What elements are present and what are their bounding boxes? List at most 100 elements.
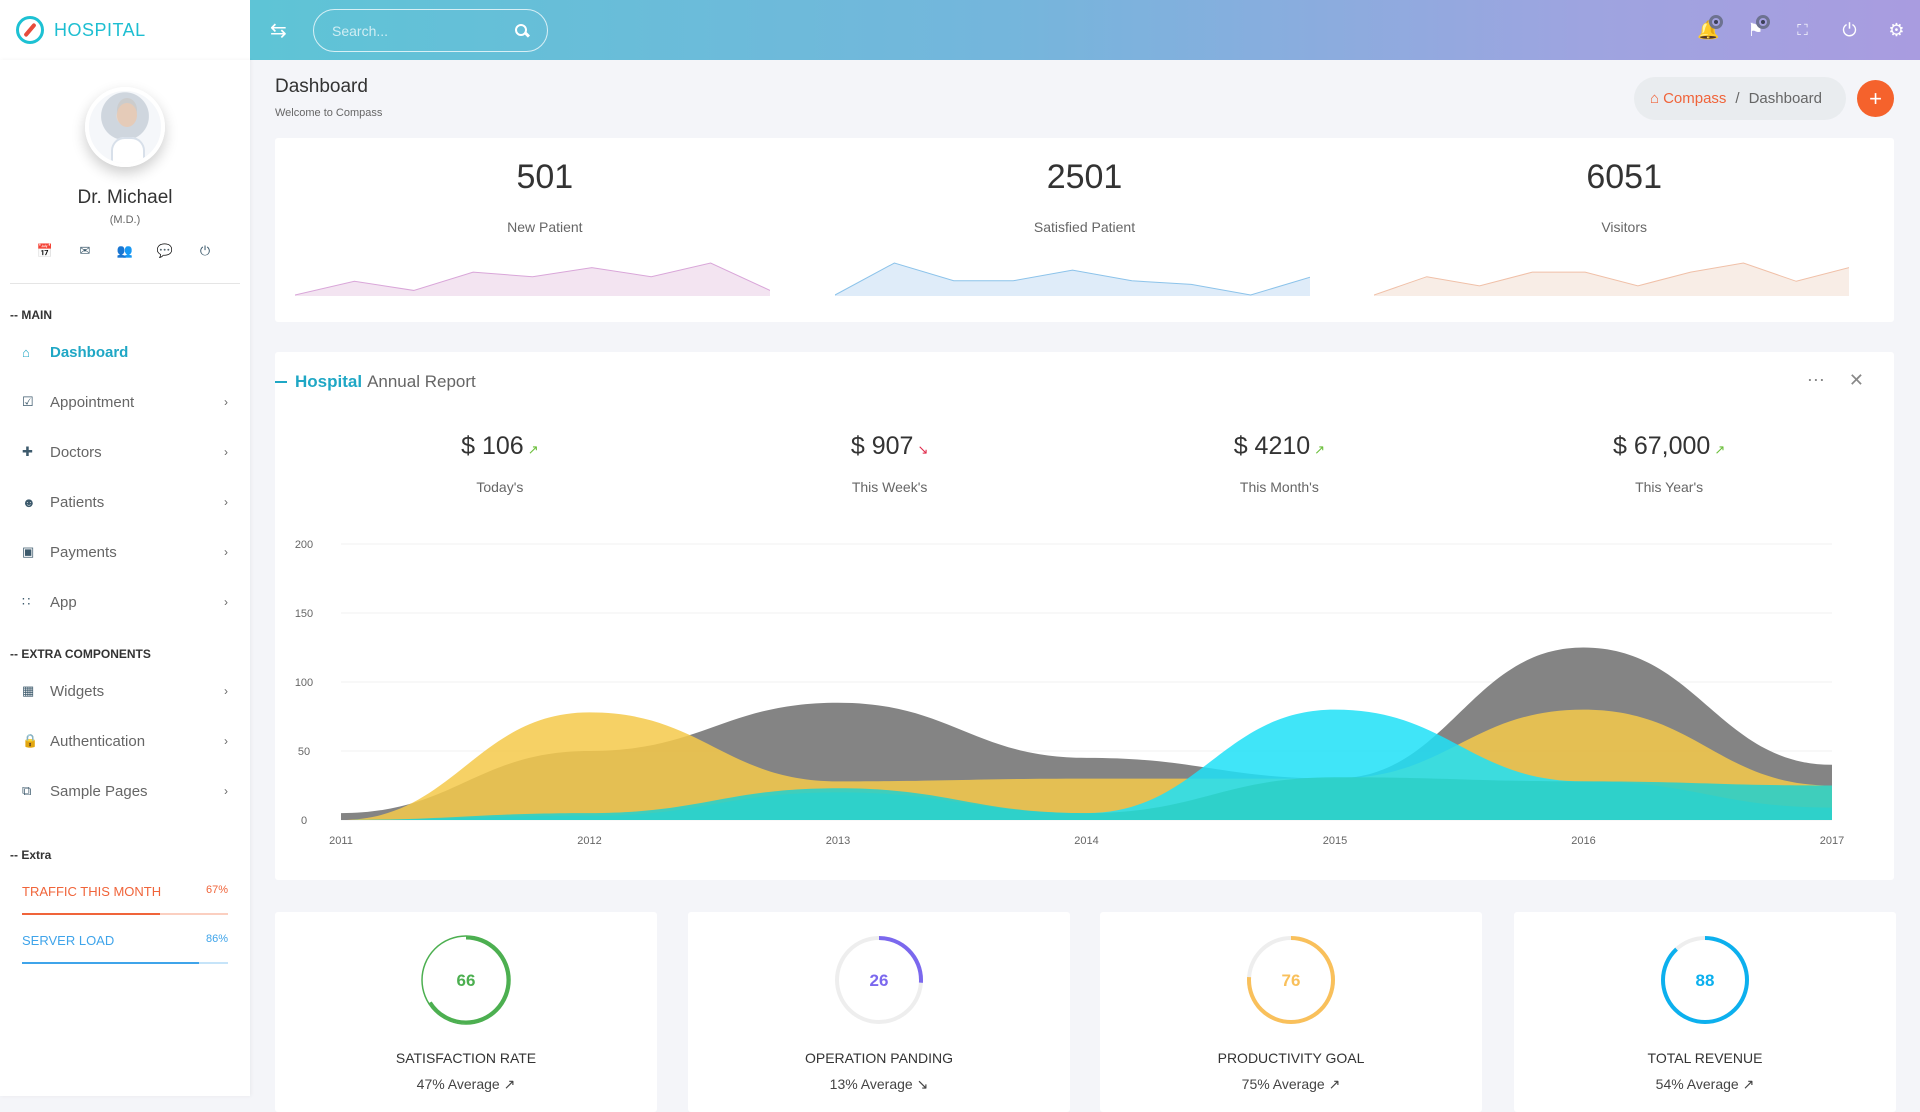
y-tick-label: 200 [295,539,313,551]
summary-value-row: $ 67,000 ↗ [1474,432,1864,461]
gauge-title: SATISFACTION RATE [395,1050,537,1066]
power-button[interactable]: ⏻ [1826,0,1873,60]
add-button[interactable]: + [1857,80,1894,117]
x-tick-label: 2017 [1820,835,1844,847]
settings-button[interactable]: ⚙ [1873,0,1920,60]
gauge-average: 54% Average [1655,1076,1743,1092]
summary-label: This Year's [1635,479,1704,495]
contacts-icon[interactable]: 👥 [105,243,145,259]
wallet-icon: ▣ [22,544,35,559]
report-title: Hospital Annual Report [275,372,476,392]
stat-item: 2501 Satisfied Patient [815,138,1355,322]
gauge-value: 88 [1696,971,1715,990]
gauge-value: 76 [1282,971,1301,990]
summary-label: This Month's [1239,479,1319,495]
breadcrumb: ⌂ Compass / Dashboard [1634,77,1846,120]
breadcrumb-separator: / [1735,90,1740,107]
search-box [313,9,548,52]
close-icon[interactable]: ✕ [1849,370,1864,391]
annual-report-chart: 0 50 100 150 200 2011 2012 2013 2014 2015 2016 2017 [295,539,1844,847]
profile: Dr. Michael (M.D.) 📅 ✉ 👥 💬 ⏻ [0,60,250,259]
swap-icon[interactable]: ⇆ [270,18,287,43]
extra-menu: ▦ Widgets › 🔒 Authentication › ⧉ Sample Pages… [0,666,250,816]
report-title-rest: Annual Report [367,372,476,391]
summary-value-row: $ 4210 ↗ [1085,432,1475,461]
collapse-dash-icon[interactable] [275,381,287,383]
report-summary: $ 106 ↗ Today's $ 907 ↘ This Week's $ 4210 ↗ Thi… [275,432,1894,495]
search-input[interactable] [332,22,502,39]
sidebar-item-dashboard[interactable]: ⌂ Dashboard [0,327,250,377]
progress-item: TRAFFIC THIS MONTH 67% [0,884,250,915]
breadcrumb-home-link[interactable]: Compass [1663,90,1726,107]
sidebar-item-patients[interactable]: ☻ Patients › [0,477,250,527]
summary-value: $ 907 [850,432,914,460]
avatar[interactable] [85,87,165,167]
summary-item: $ 4210 ↗ This Month's [1085,432,1475,495]
notification-dot [1709,15,1723,29]
gauge-title: OPERATION PANDING [804,1050,954,1066]
copy-icon: ⧉ [22,783,32,798]
lock-icon: 🔒 [22,733,39,748]
stats-card: 501 New Patient 2501 Satisfied Patient 6051 V… [275,138,1894,322]
mail-icon[interactable]: ✉ [65,243,105,259]
main-menu: ⌂ Dashboard ☑ Appointment › ✚ Doctors › ☻ Pati… [0,327,250,627]
page-title: Dashboard [275,76,368,97]
trend-up-icon: ↗ [1714,442,1726,457]
trend-up-icon: ↗ [503,1076,516,1092]
stat-item: 501 New Patient [275,138,815,322]
chevron-right-icon: › [224,784,228,798]
progress-fill [22,913,161,915]
search-icon[interactable] [515,23,529,38]
power-icon[interactable]: ⏻ [185,243,225,259]
sidebar-item-app[interactable]: ∷ App › [0,577,250,627]
section-extra: -- Extra [10,848,52,862]
chevron-right-icon: › [224,545,228,559]
annual-report-card: Hospital Annual Report ⋯ ✕ $ 106 ↗ Today's… [275,352,1894,880]
stat-label: Satisfied Patient [1033,219,1136,235]
notification-dot [1756,15,1770,29]
chevron-right-icon: › [224,734,228,748]
sidebar-item-label: Authentication [50,732,146,750]
more-icon[interactable]: ⋯ [1807,370,1825,391]
sidebar-item-label: Widgets [50,682,105,700]
sidebar-item-widgets[interactable]: ▦ Widgets › [0,666,250,716]
summary-item: $ 907 ↘ This Week's [695,432,1085,495]
sidebar-item-sample-pages[interactable]: ⧉ Sample Pages › [0,766,250,816]
sidebar-item-doctors[interactable]: ✚ Doctors › [0,427,250,477]
gauge-card: 88 TOTAL REVENUE 54% Average ↗ [1514,912,1896,1112]
summary-value: $ 4210 [1233,432,1311,460]
gauge-subtitle: 75% Average ↗ [1100,1076,1482,1093]
fullscreen-button[interactable]: ⛶ [1779,0,1826,60]
sidebar-item-authentication[interactable]: 🔒 Authentication › [0,716,250,766]
add-user-icon: ✚ [22,444,33,459]
chat-icon[interactable]: 💬 [145,243,185,259]
sidebar-item-appointment[interactable]: ☑ Appointment › [0,377,250,427]
sidebar-item-label: Dashboard [50,343,129,361]
sparkline-area [295,263,770,296]
trend-down-icon: ↘ [917,442,929,457]
report-tools: ⋯ ✕ [1807,370,1864,391]
nav-icons: 🔔 ⚑ ⛶ ⏻ ⚙ [1685,0,1920,60]
calendar-icon[interactable]: 📅 [25,243,65,259]
calendar-check-icon: ☑ [22,394,34,409]
flag-button[interactable]: ⚑ [1732,0,1779,60]
gauge-average: 75% Average [1241,1076,1329,1092]
chevron-right-icon: › [224,445,228,459]
sidebar-item-payments[interactable]: ▣ Payments › [0,527,250,577]
stat-value: 501 [516,158,574,196]
trend-up-icon: ↗ [1742,1076,1755,1092]
breadcrumb-current: Dashboard [1748,90,1822,107]
summary-item: $ 67,000 ↗ This Year's [1474,432,1864,495]
y-tick-label: 50 [298,746,310,758]
trend-up-icon: ↗ [1328,1076,1341,1092]
brand[interactable]: HOSPITAL [0,0,250,60]
bell-button[interactable]: 🔔 [1685,0,1732,60]
summary-item: $ 106 ↗ Today's [305,432,695,495]
trend-up-icon: ↗ [1314,442,1326,457]
sparkline-area [834,263,1310,296]
gauge-value: 26 [870,971,889,990]
gauge-card: 66 SATISFACTION RATE 47% Average ↗ [275,912,657,1112]
x-tick-label: 2016 [1571,835,1595,847]
top-bar: HOSPITAL ⇆ 🔔 ⚑ ⛶ ⏻ ⚙ [0,0,1920,60]
sidebar-item-label: App [50,593,77,611]
